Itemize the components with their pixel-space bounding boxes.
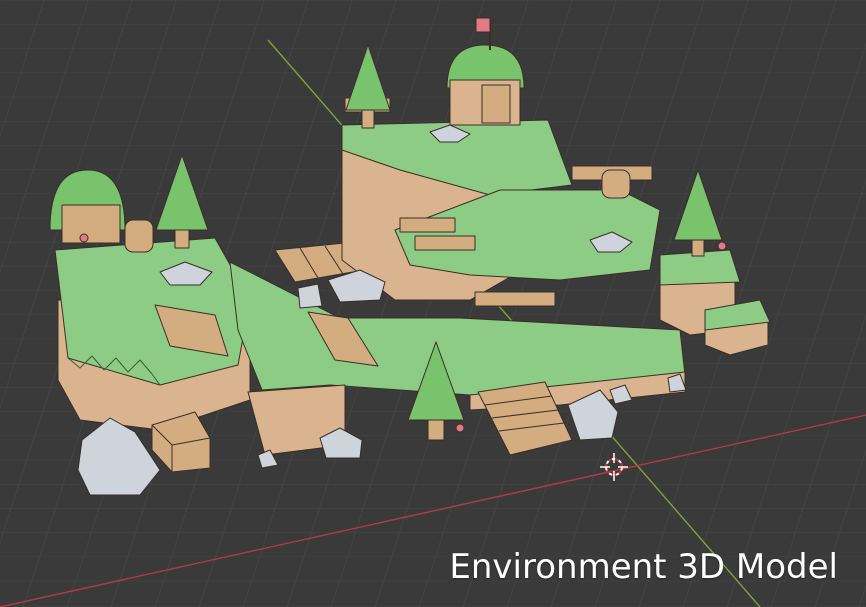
barrel: [601, 169, 631, 199]
flag: [475, 17, 491, 33]
flower: [717, 241, 727, 251]
fence: [474, 291, 556, 307]
fence: [414, 235, 476, 251]
caption-title: Environment 3D Model: [449, 547, 838, 587]
castle-door: [481, 84, 511, 124]
3d-viewport[interactable]: [0, 0, 866, 607]
barrel: [124, 219, 154, 253]
tree-trunk: [691, 239, 705, 257]
tree-trunk: [361, 109, 375, 129]
flower: [455, 423, 465, 433]
tunnel-door: [61, 204, 121, 244]
tree-trunk: [174, 229, 190, 249]
front-platform-grass: [54, 237, 251, 386]
fence: [399, 217, 456, 233]
rock: [297, 283, 323, 309]
flower: [79, 233, 89, 243]
tree-trunk: [427, 419, 445, 441]
